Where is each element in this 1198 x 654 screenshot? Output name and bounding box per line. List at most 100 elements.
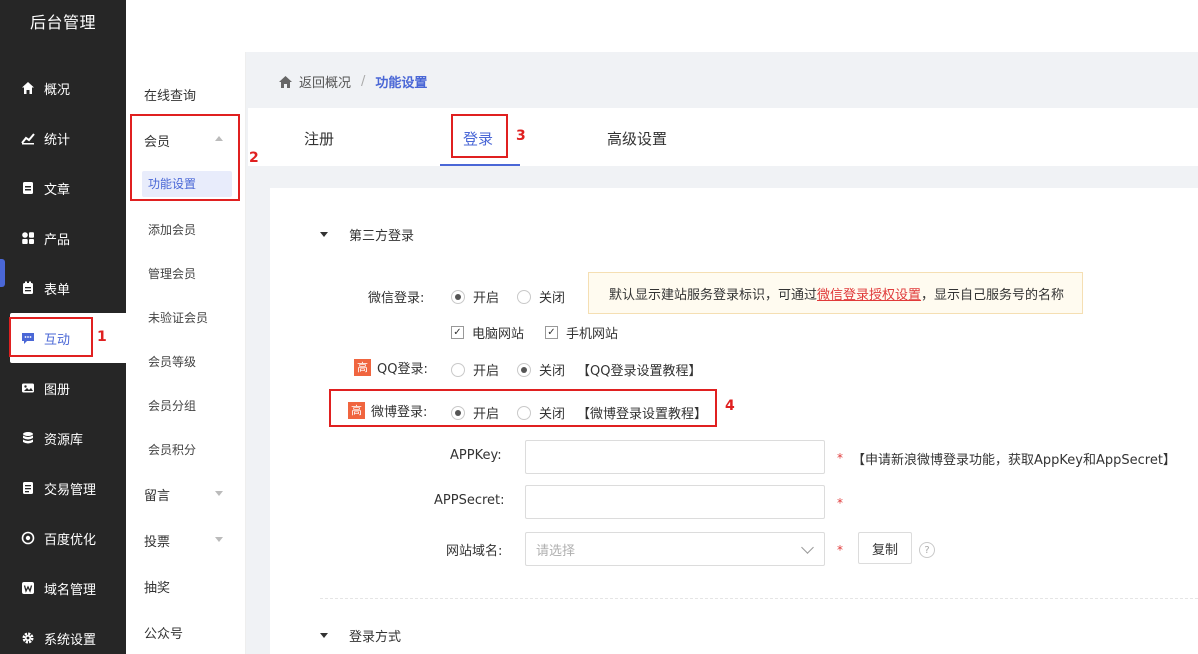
chevron-down-icon[interactable]	[215, 491, 223, 496]
wechat-login-label: 微信登录:	[368, 291, 425, 306]
annotation-number-1: 1	[97, 329, 107, 345]
sidebar-item-settings[interactable]: 系统设置	[0, 613, 126, 654]
sidebar-item-seo[interactable]: 百度优化	[0, 513, 126, 563]
caret-down-icon	[320, 633, 328, 638]
sidebar-item-label: 交易管理	[44, 482, 97, 498]
section-title: 登录方式	[349, 630, 402, 645]
site-domain-label: 网站域名:	[446, 544, 503, 559]
sidebar-item-form[interactable]: 表单	[0, 263, 126, 313]
radio-dot	[451, 362, 465, 377]
appkey-input[interactable]	[525, 440, 825, 474]
qq-on-radio[interactable]: 开启	[451, 360, 499, 379]
wechat-on-radio[interactable]: 开启	[451, 287, 499, 306]
annotation-box-1	[9, 317, 93, 357]
section-third-party-login[interactable]: 第三方登录	[320, 225, 414, 244]
breadcrumb: 返回概况 / 功能设置	[278, 72, 427, 91]
radio-dot	[517, 362, 531, 377]
help-icon[interactable]: ?	[919, 542, 935, 558]
sidebar-item-product[interactable]: 产品	[0, 213, 126, 263]
checkbox-box: ✓	[545, 326, 558, 339]
submenu-member-group[interactable]: 会员分组	[148, 397, 196, 414]
submenu-official-account[interactable]: 公众号	[144, 623, 183, 642]
album-icon	[20, 380, 36, 396]
pc-site-checkbox[interactable]: ✓ 电脑网站	[451, 323, 524, 342]
site-domain-select[interactable]: 请选择	[525, 532, 825, 566]
submenu-message[interactable]: 留言	[144, 485, 170, 504]
brand-title: 后台管理	[29, 13, 96, 32]
qq-label-text: QQ登录:	[377, 362, 428, 377]
sidebar-item-article[interactable]: 文章	[0, 163, 126, 213]
breadcrumb-separator: /	[361, 74, 366, 89]
tab-advanced-settings[interactable]: 高级设置	[607, 128, 667, 149]
checkbox-box: ✓	[451, 326, 464, 339]
notice-suffix: ，显示自己服务号的名称	[921, 287, 1065, 303]
qq-off-radio[interactable]: 关闭	[517, 360, 565, 379]
sidebar-item-label: 表单	[44, 282, 71, 298]
radio-label: 开启	[473, 364, 500, 379]
high-badge: 高	[354, 359, 371, 376]
appkey-label: APPKey:	[450, 448, 502, 463]
sidebar-item-album[interactable]: 图册	[0, 363, 126, 413]
sidebar-item-label: 产品	[44, 232, 71, 248]
sidebar-item-resources[interactable]: 资源库	[0, 413, 126, 463]
tab-bar: 注册 登录 高级设置	[248, 108, 1198, 166]
sidebar-item-domain[interactable]: 域名管理	[0, 563, 126, 613]
wechat-auth-settings-link[interactable]: 微信登录授权设置	[817, 284, 921, 303]
top-bar	[126, 0, 1198, 52]
section-login-method[interactable]: 登录方式	[320, 626, 401, 645]
submenu-unverified-member[interactable]: 未验证会员	[148, 309, 208, 326]
stats-icon	[20, 130, 36, 146]
tab-register[interactable]: 注册	[304, 128, 334, 149]
annotation-box-3	[451, 114, 508, 158]
select-placeholder: 请选择	[536, 543, 576, 559]
qq-login-label: 高 QQ登录:	[354, 358, 428, 377]
appkey-apply-link[interactable]: 【申请新浪微博登录功能，获取AppKey和AppSecret】	[852, 449, 1176, 468]
sidebar-item-label: 图册	[44, 382, 71, 398]
radio-dot	[451, 289, 465, 304]
required-mark: *	[837, 496, 843, 510]
chevron-down-icon[interactable]	[215, 537, 223, 542]
secondary-menu: 在线查询 会员 功能设置 添加会员 管理会员 未验证会员 会员等级 会员分组 会…	[126, 0, 246, 654]
home-icon	[20, 80, 36, 96]
section-divider	[320, 598, 1198, 599]
submenu-manage-member[interactable]: 管理会员	[148, 265, 196, 282]
checkbox-label: 手机网站	[566, 327, 619, 342]
qq-tutorial-link[interactable]: 【QQ登录设置教程】	[577, 360, 701, 379]
sidebar-item-label: 概况	[44, 82, 71, 98]
copy-button[interactable]: 复制	[858, 532, 912, 564]
submenu-online-query[interactable]: 在线查询	[144, 85, 196, 104]
home-icon[interactable]	[278, 75, 293, 89]
annotation-box-2	[130, 114, 240, 201]
sidebar-item-label: 文章	[44, 182, 71, 198]
gear-icon	[20, 630, 36, 646]
mobile-site-checkbox[interactable]: ✓ 手机网站	[545, 323, 618, 342]
sidebar-item-overview[interactable]: 概况	[0, 63, 126, 113]
sidebar-item-stats[interactable]: 统计	[0, 113, 126, 163]
submenu-member-points[interactable]: 会员积分	[148, 441, 196, 458]
article-icon	[20, 180, 36, 196]
active-indicator	[0, 259, 5, 287]
sidebar-item-label: 资源库	[44, 432, 84, 448]
submenu-vote[interactable]: 投票	[144, 531, 170, 550]
database-icon	[20, 430, 36, 446]
radio-dot	[517, 289, 531, 304]
notice-prefix: 默认显示建站服务登录标识，可通过	[609, 287, 818, 303]
product-icon	[20, 230, 36, 246]
form-icon	[20, 280, 36, 296]
radio-label: 关闭	[539, 364, 566, 379]
submenu-member-level[interactable]: 会员等级	[148, 353, 196, 370]
appsecret-input[interactable]	[525, 485, 825, 519]
caret-down-icon	[320, 232, 328, 237]
domain-icon	[20, 580, 36, 596]
tab-active-underline	[440, 164, 520, 166]
annotation-number-2: 2	[249, 150, 259, 166]
breadcrumb-back-link[interactable]: 返回概况	[299, 72, 351, 91]
annotation-box-4	[329, 389, 717, 427]
radio-label: 开启	[473, 291, 500, 306]
submenu-add-member[interactable]: 添加会员	[148, 221, 196, 238]
submenu-lottery[interactable]: 抽奖	[144, 577, 170, 596]
wechat-off-radio[interactable]: 关闭	[517, 287, 565, 306]
section-title: 第三方登录	[349, 229, 415, 244]
wechat-notice: 默认显示建站服务登录标识，可通过 微信登录授权设置 ，显示自己服务号的名称	[588, 272, 1083, 314]
sidebar-item-trade[interactable]: 交易管理	[0, 463, 126, 513]
